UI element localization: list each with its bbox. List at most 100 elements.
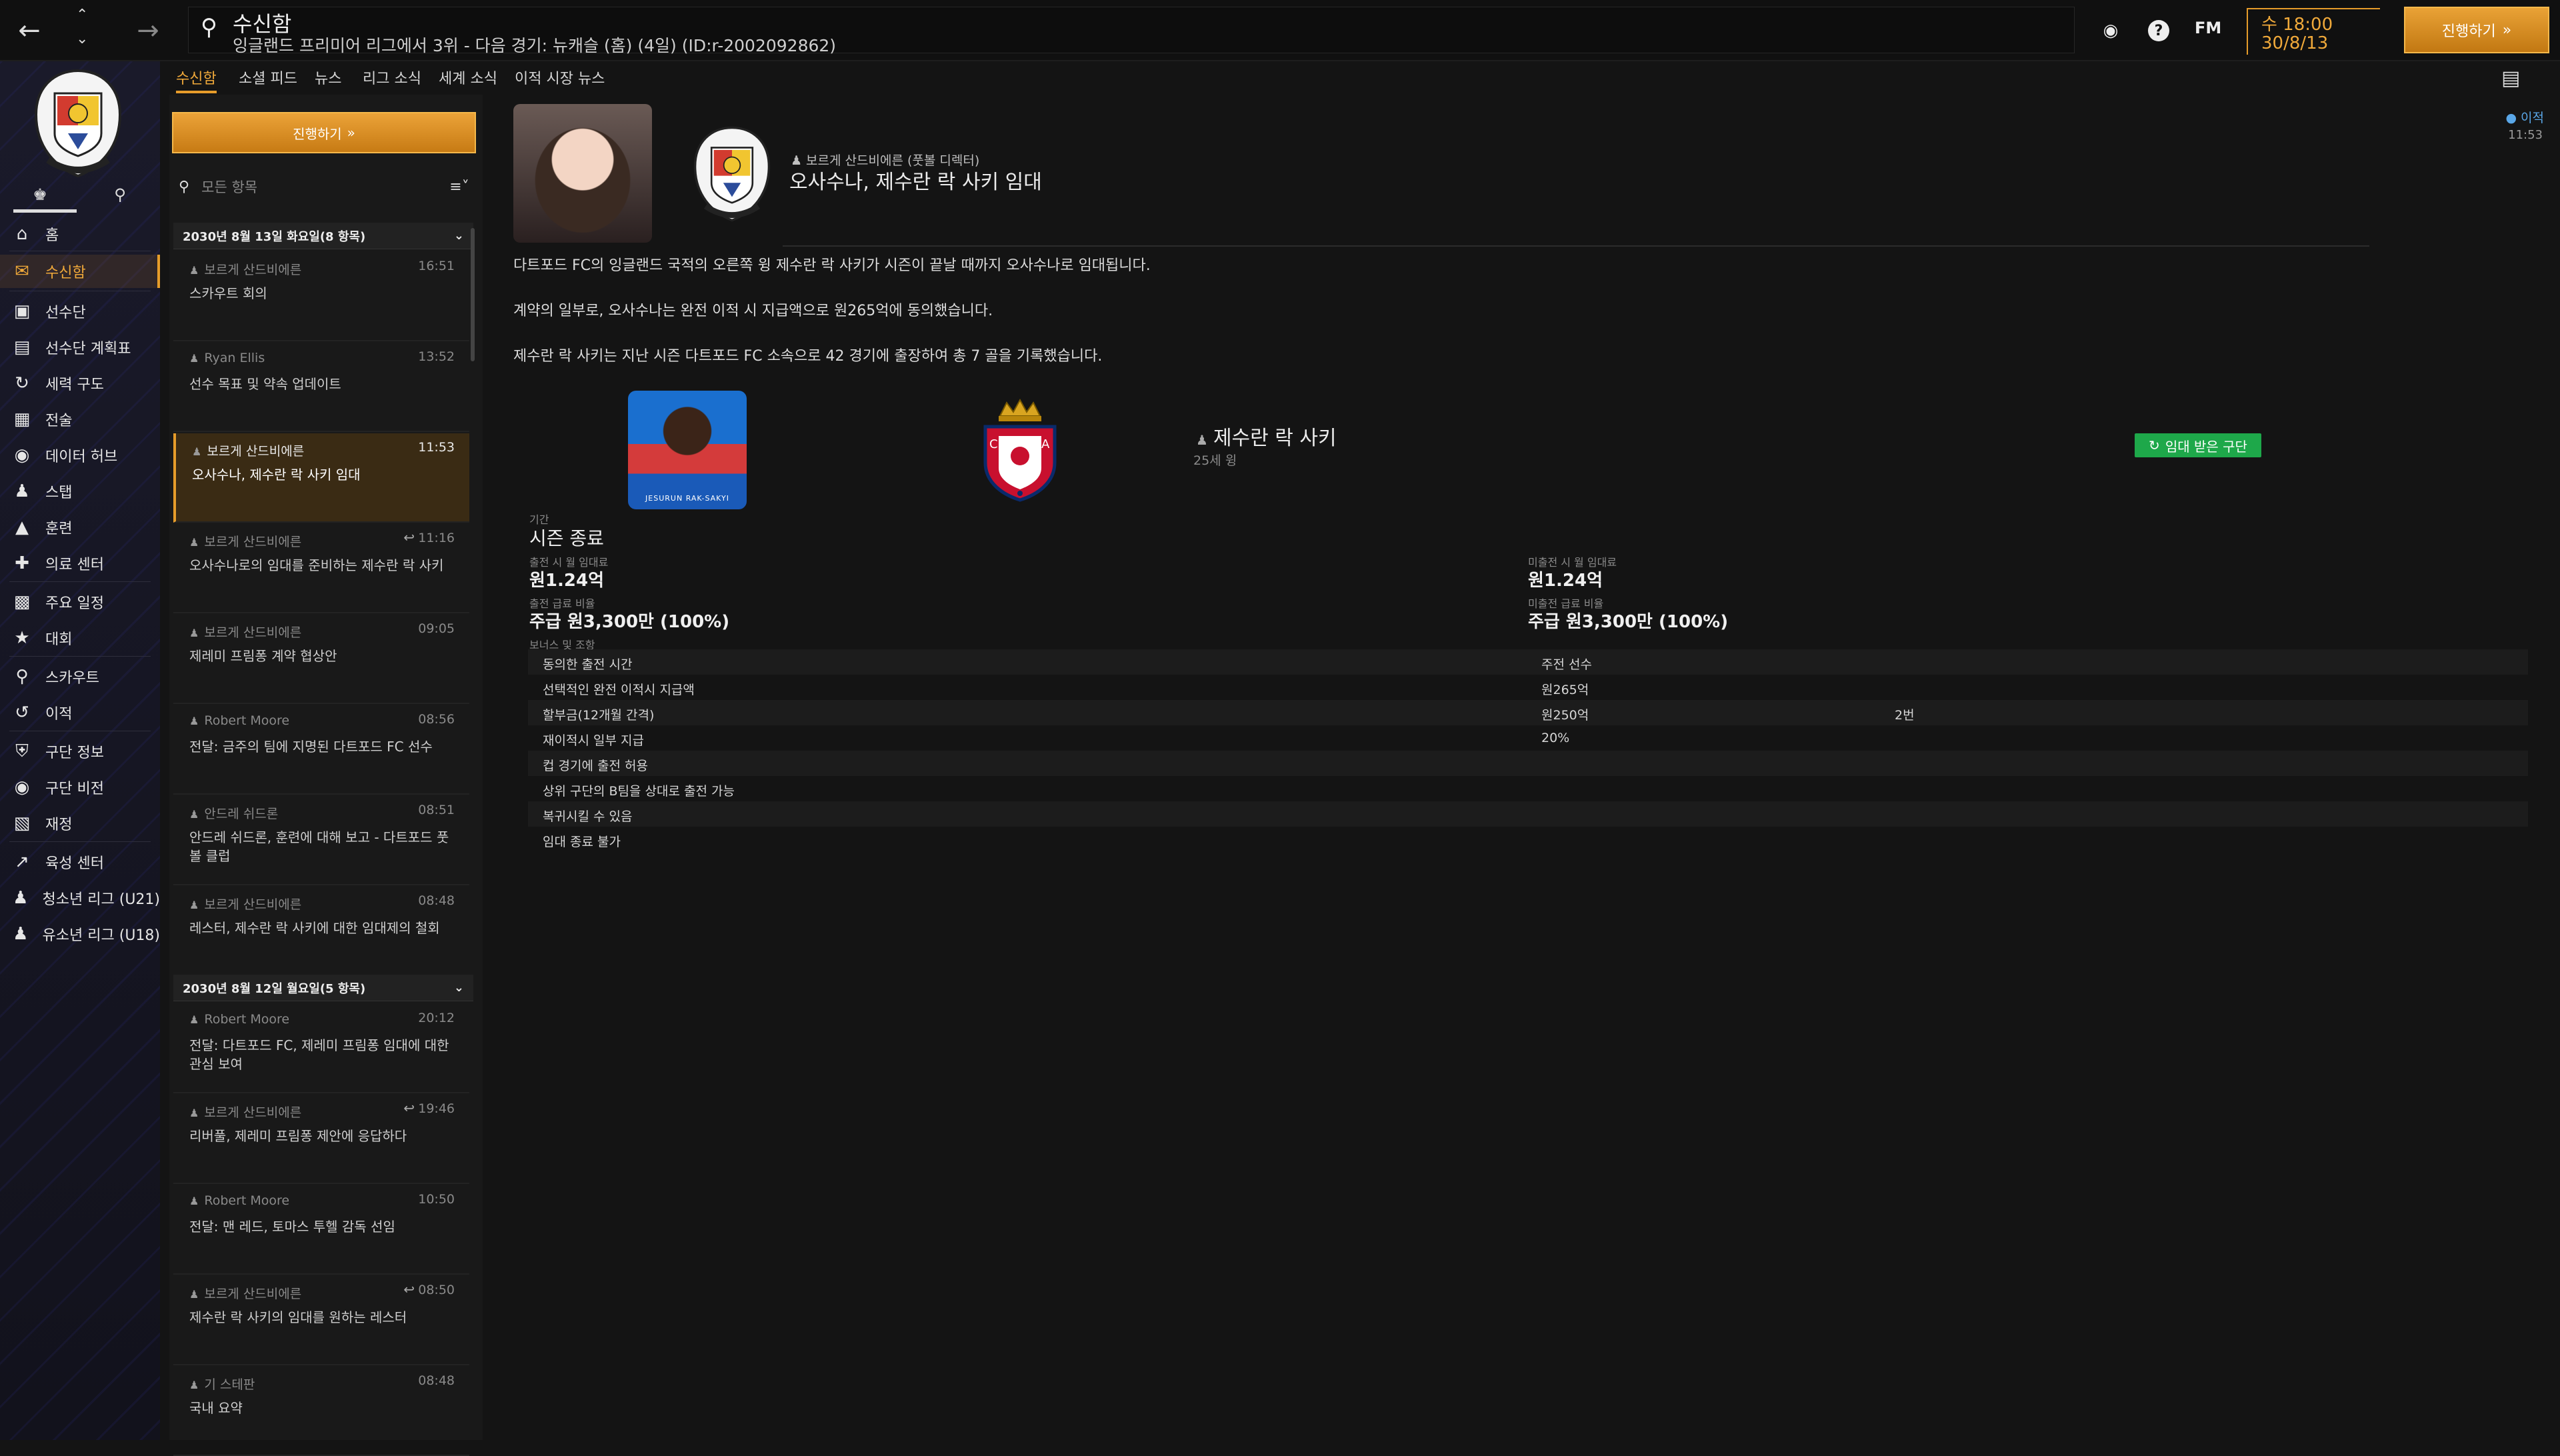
reporter-photo[interactable] — [513, 104, 652, 243]
sidebar: ♚ ⚲ ⌂ 홈 ✉ 수신함 ▣ 선수단 ▤ 선수단 계획표 ↻ 세력 구도 ▦ 전술 ◉ 데이… — [0, 61, 160, 1440]
club-tab-icon[interactable]: ♚ — [0, 181, 80, 208]
sidebar-item-schedule[interactable]: ▩ 주요 일정 — [0, 585, 160, 619]
tab-transfer-news[interactable]: 이적 시장 뉴스 — [515, 67, 605, 93]
player-name[interactable]: ♟ 제수란 락 사키 — [1196, 421, 1337, 451]
transfer-icon: ↺ — [15, 703, 29, 723]
list-item[interactable]: ♟ Robert Moore 08:56 전달: 금주의 팀에 지명된 다트포드 … — [173, 705, 469, 795]
continue-label: 진행하기 — [293, 125, 342, 142]
fm-menu-button[interactable]: FM — [2195, 19, 2221, 37]
date-time-display[interactable]: 수 18:00 30/8/13 — [2247, 8, 2380, 55]
sidebar-item-transfers[interactable]: ↺ 이적 — [0, 696, 160, 729]
message-time: 10:50 — [418, 1192, 455, 1207]
tab-indicator — [13, 209, 77, 213]
help-icon[interactable]: ? — [2145, 17, 2172, 44]
message-subject: 스카우트 회의 — [189, 285, 267, 301]
svg-text:C: C — [989, 437, 998, 451]
sidebar-item-training[interactable]: ▲ 훈련 — [0, 511, 160, 544]
nation-tab-icon[interactable]: ⚲ — [80, 181, 160, 208]
message-time: 11:16 — [418, 531, 455, 545]
sidebar-item-data-hub[interactable]: ◉ 데이터 허브 — [0, 439, 160, 472]
club-crest-logo[interactable] — [28, 67, 128, 180]
date-group-header[interactable]: 2030년 8월 13일 화요일(8 항목) ⌄ — [173, 223, 473, 249]
list-item[interactable]: ♟ Ryan Ellis 13:52 선수 목표 및 약속 업데이트 — [173, 343, 469, 432]
tab-news[interactable]: 뉴스 — [315, 67, 341, 93]
history-down-icon[interactable]: ⌄ — [76, 31, 88, 47]
search-icon[interactable]: ⚲ — [201, 14, 217, 41]
sidebar-item-u21[interactable]: ♟ 청소년 리그 (U21) — [0, 881, 160, 915]
nav-divider — [9, 581, 151, 582]
sidebar-item-medical[interactable]: ✚ 의료 센터 — [0, 547, 160, 580]
clause-value: 원265억 — [1541, 683, 1589, 697]
message-sender: ♟ 보르게 산드비에른 — [189, 897, 302, 912]
list-item-selected[interactable]: ♟ 보르게 산드비에른 11:53 오사수나, 제수란 락 사키 임대 — [173, 433, 469, 523]
user-icon: ♟ — [189, 1379, 199, 1391]
list-scrollbar[interactable] — [471, 228, 475, 361]
tab-social-feed[interactable]: 소셜 피드 — [239, 67, 297, 93]
continue-button[interactable]: 진행하기 » — [2404, 7, 2549, 53]
clause-name: 선택적인 완전 이적시 지급액 — [543, 683, 695, 697]
message-sender: ♟ 보르게 산드비에른 — [189, 535, 302, 549]
filter-menu-icon[interactable]: ≡˅ — [443, 173, 476, 200]
back-arrow-icon[interactable]: ← — [11, 13, 48, 48]
sidebar-item-tactics[interactable]: ▦ 전술 — [0, 403, 160, 436]
club-switch-tabs: ♚ ⚲ — [0, 181, 160, 213]
sidebar-item-competitions[interactable]: ★ 대회 — [0, 621, 160, 655]
user-icon: ♟ — [189, 715, 199, 727]
sidebar-item-home[interactable]: ⌂ 홈 — [0, 217, 160, 251]
category-tag[interactable]: ● 이적 — [2505, 108, 2544, 126]
list-item[interactable]: ♟ 보르게 산드비에른 ↩ 08:50 제수란 락 사키의 임대를 원하는 레스터 — [173, 1276, 469, 1365]
sidebar-item-squad[interactable]: ▣ 선수단 — [0, 295, 160, 328]
list-item[interactable]: ♟ 보르게 산드비에른 08:48 레스터, 제수란 락 사키에 대한 임대제의 … — [173, 887, 469, 976]
reply-icon: ↩ — [403, 1281, 415, 1297]
double-chevron-right-icon: » — [2502, 21, 2512, 39]
club-status-icon[interactable]: ◉ — [2097, 17, 2124, 44]
loaned-to-club-badge[interactable]: ↻ 임대 받은 구단 — [2135, 433, 2261, 457]
sidebar-item-scouting[interactable]: ⚲ 스카우트 — [0, 660, 160, 693]
player-photo[interactable]: JESURUN RAK-SAKYI — [628, 391, 747, 509]
wage-played-value: 주급 원3,300만 (100%) — [529, 612, 730, 632]
sidebar-item-dynamics[interactable]: ↻ 세력 구도 — [0, 367, 160, 400]
title-search-area[interactable]: ⚲ 수신함 잉글랜드 프리미어 리그에서 3위 - 다음 경기: 뉴캐슬 (홈)… — [188, 7, 2075, 55]
sidebar-item-finances[interactable]: ▧ 재정 — [0, 807, 160, 840]
clause-extra: 2번 — [1895, 708, 1915, 723]
filter-search-input[interactable]: ⚲ 모든 항목 — [173, 171, 440, 203]
list-item[interactable]: ♟ Robert Moore 20:12 전달: 다트포드 FC, 제레미 프림퐁… — [173, 1004, 469, 1093]
list-item[interactable]: ♟ 보르게 산드비에른 09:05 제레미 프림퐁 계약 협상안 — [173, 615, 469, 704]
team-icon: ♟ — [13, 924, 29, 944]
sidebar-item-club-vision[interactable]: ◉ 구단 비전 — [0, 771, 160, 804]
sidebar-item-club-info[interactable]: ⛨ 구단 정보 — [0, 735, 160, 768]
data-hub-icon: ◉ — [14, 445, 30, 465]
clause-row: 할부금(12개월 간격) 원250억 2번 — [528, 700, 2528, 725]
sidebar-item-squad-planner[interactable]: ▤ 선수단 계획표 — [0, 331, 160, 364]
calendar-icon: ▩ — [13, 592, 31, 612]
list-item[interactable]: ♟ 안드레 쉬드론 08:51 안드레 쉬드론, 훈련에 대해 보고 - 다트포드… — [173, 796, 469, 885]
list-item[interactable]: ♟ 보르게 산드비에른 16:51 스카우트 회의 — [173, 252, 469, 341]
clause-name: 임대 종료 불가 — [543, 835, 621, 849]
sidebar-item-development[interactable]: ↗ 육성 센터 — [0, 845, 160, 879]
message-sender: ♟ 보르게 산드비에른 — [189, 1105, 302, 1120]
list-item[interactable]: ♟ 보르게 산드비에른 ↩ 11:16 오사수나로의 임대를 준비하는 제수란 락… — [173, 524, 469, 613]
history-up-icon[interactable]: ⌃ — [76, 7, 88, 23]
tab-inbox[interactable]: 수신함 — [176, 67, 217, 93]
osasuna-club-badge[interactable]: C A — [980, 396, 1060, 503]
tab-league-news[interactable]: 리그 소식 — [363, 67, 421, 93]
newspaper-icon[interactable]: ▤ — [2501, 67, 2520, 90]
list-item[interactable]: ♟ 기 스테판 08:48 국내 요약 — [173, 1367, 469, 1456]
message-subject: 레스터, 제수란 락 사키에 대한 임대제의 철회 — [189, 920, 440, 936]
sidebar-item-staff[interactable]: ♟ 스탭 — [0, 475, 160, 508]
sidebar-item-inbox[interactable]: ✉ 수신함 — [0, 255, 160, 288]
article-headline: 오사수나, 제수란 락 사키 임대 — [789, 171, 1042, 194]
list-item[interactable]: ♟ Robert Moore 10:50 전달: 맨 레드, 토마스 투헬 감독 … — [173, 1185, 469, 1275]
message-list-panel: 진행하기 » ⚲ 모든 항목 ≡˅ 2030년 8월 13일 화요일(8 항목)… — [169, 95, 483, 1456]
article-paragraph: 다트포드 FC의 잉글랜드 국적의 오른쪽 윙 제수란 락 사키가 시즌이 끝날… — [513, 257, 1151, 274]
tab-world-news[interactable]: 세계 소식 — [439, 67, 497, 93]
sidebar-item-u18[interactable]: ♟ 유소년 리그 (U18) — [0, 917, 160, 951]
continue-button-list[interactable]: 진행하기 » — [172, 112, 476, 153]
date-group-header[interactable]: 2030년 8월 12일 월요일(5 항목) ⌄ — [173, 975, 473, 1001]
next-match-info[interactable]: 잉글랜드 프리미어 리그에서 3위 - 다음 경기: 뉴캐슬 (홈) (4일) … — [233, 33, 836, 57]
forward-arrow-icon[interactable]: → — [129, 13, 167, 48]
header-divider — [783, 245, 2369, 247]
list-item[interactable]: ♟ 보르게 산드비에른 ↩ 19:46 리버풀, 제레미 프림퐁 제안에 응답하다 — [173, 1095, 469, 1184]
club-crest-logo[interactable] — [688, 124, 776, 224]
message-time: 09:05 — [418, 621, 455, 636]
